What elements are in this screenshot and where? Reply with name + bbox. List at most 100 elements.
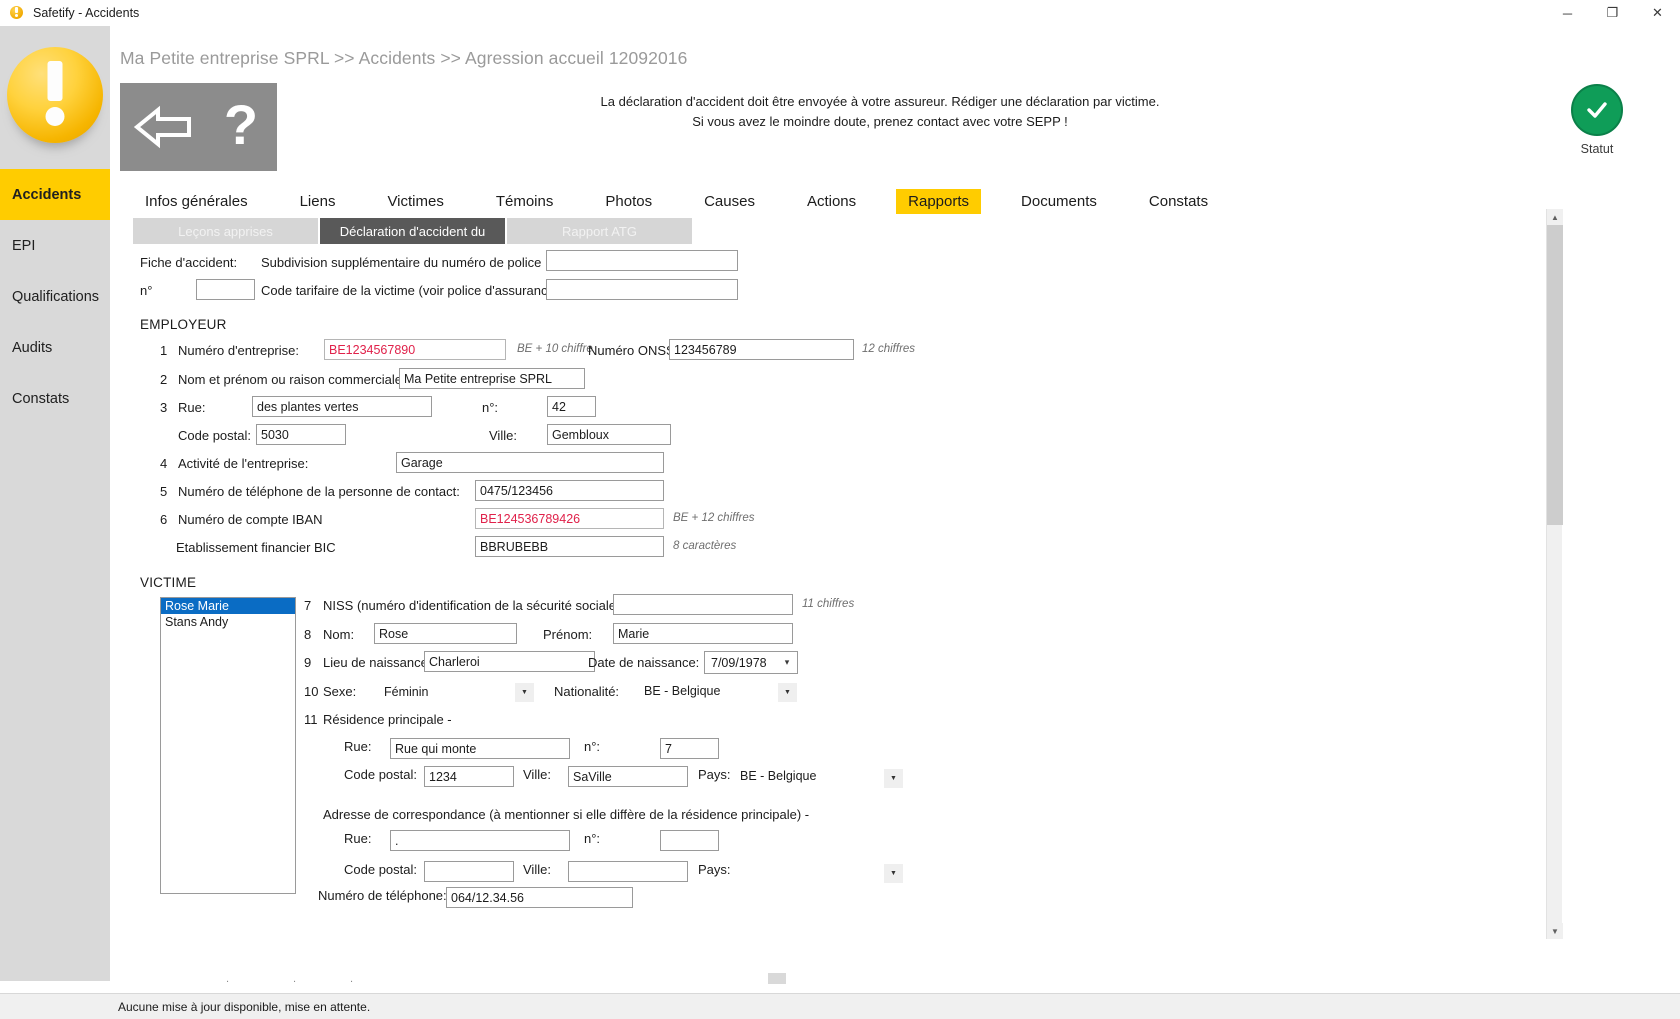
nom-victime-input[interactable] <box>374 623 517 644</box>
chevron-down-icon[interactable]: ▼ <box>515 683 534 702</box>
row-number: 6 <box>160 512 168 527</box>
nationalite-value[interactable] <box>640 680 800 701</box>
residence-pays-dropdown[interactable]: ▼ <box>884 769 903 788</box>
app-drop-icon <box>8 4 26 22</box>
sidebar-item-label: Accidents <box>12 186 82 203</box>
sidebar-item-epi[interactable]: EPI <box>0 220 110 271</box>
list-item[interactable]: Stans Andy <box>161 614 295 630</box>
chevron-down-icon[interactable]: ▾ <box>777 652 797 673</box>
status-check-icon[interactable] <box>1571 84 1623 136</box>
numero-onss-input[interactable] <box>669 339 854 360</box>
numero-rue-employeur-input[interactable] <box>547 396 596 417</box>
sidebar-item-qualifications[interactable]: Qualifications <box>0 271 110 322</box>
row-number: 4 <box>160 456 168 471</box>
niss-input[interactable] <box>613 594 793 615</box>
window-controls: ─ ❐ ✕ <box>1545 0 1680 26</box>
vertical-scrollbar[interactable]: ▲ ▼ <box>1546 209 1563 939</box>
sidebar-item-accidents[interactable]: Accidents <box>0 169 110 220</box>
sexe-dropdown[interactable]: Féminin ▼ <box>384 683 534 702</box>
scroll-down-icon[interactable]: ▼ <box>1547 923 1563 939</box>
status-bar: Aucune mise à jour disponible, mise en a… <box>0 993 1680 1019</box>
nom-raison-commerciale-input[interactable] <box>399 368 585 389</box>
sidebar-item-constats[interactable]: Constats <box>0 373 110 424</box>
navigation-buttons: ? <box>120 83 277 171</box>
residence-numero-input[interactable] <box>660 738 719 759</box>
numero-entreprise-input[interactable] <box>324 339 506 360</box>
iban-input[interactable] <box>475 508 664 529</box>
marker-dot: . <box>293 973 297 985</box>
minimize-button[interactable]: ─ <box>1545 0 1590 26</box>
label-nom-raison-commerciale: Nom et prénom ou raison commerciale: <box>178 372 406 387</box>
subdivision-input[interactable] <box>546 250 738 271</box>
label-nationalite: Nationalité: <box>554 684 620 699</box>
activite-entreprise-input[interactable] <box>396 452 664 473</box>
form-scroll-area: Fiche d'accident: Subdivision supplément… <box>118 209 1546 939</box>
label-rue-employeur: Rue: <box>178 400 206 415</box>
label-code-postal-employeur: Code postal: <box>178 428 251 443</box>
chevron-down-icon[interactable]: ▼ <box>884 769 903 788</box>
status-message: Aucune mise à jour disponible, mise en a… <box>118 999 371 1014</box>
chevron-down-icon[interactable]: ▼ <box>778 683 797 702</box>
window-titlebar: Safetify - Accidents ─ ❐ ✕ <box>0 0 1680 26</box>
chevron-down-icon[interactable]: ▼ <box>884 864 903 883</box>
section-victime-heading: VICTIME <box>140 575 197 590</box>
label-activite-entreprise: Activité de l'entreprise: <box>178 456 309 471</box>
list-item[interactable]: Rose Marie <box>161 598 295 614</box>
label-lieu-naissance: Lieu de naissance: <box>323 655 432 670</box>
sidebar-item-audits[interactable]: Audits <box>0 322 110 373</box>
telephone-contact-input[interactable] <box>475 480 664 501</box>
numero-telephone-victime-input[interactable] <box>446 887 633 908</box>
code-postal-employeur-input[interactable] <box>256 424 346 445</box>
label-code-tarifaire: Code tarifaire de la victime (voir polic… <box>261 283 563 298</box>
scrollbar-thumb[interactable] <box>1547 225 1563 525</box>
label-sexe: Sexe: <box>323 684 357 699</box>
label-correspondance-numero: n°: <box>584 831 601 846</box>
nationalite-dropdown[interactable]: ▼ <box>778 683 797 702</box>
label-correspondance-ville: Ville: <box>523 862 551 877</box>
label-correspondance-code-postal: Code postal: <box>344 862 417 877</box>
lieu-naissance-input[interactable] <box>424 651 595 672</box>
label-correspondance-rue: Rue: <box>344 831 372 846</box>
date-naissance-value: 7/09/1978 <box>711 655 767 670</box>
bottom-small-button[interactable] <box>768 973 786 984</box>
app-logo <box>0 26 110 169</box>
svg-text:?: ? <box>224 98 258 156</box>
residence-ville-input[interactable] <box>568 766 688 787</box>
correspondance-rue-input[interactable] <box>390 830 570 851</box>
correspondance-code-postal-input[interactable] <box>424 861 514 882</box>
intro-line-1: La déclaration d'accident doit être envo… <box>600 94 1160 109</box>
correspondance-ville-input[interactable] <box>568 861 688 882</box>
sidebar-item-label: Audits <box>12 339 53 356</box>
ville-employeur-input[interactable] <box>547 424 671 445</box>
question-mark-icon[interactable]: ? <box>219 98 263 156</box>
breadcrumb[interactable]: Ma Petite entreprise SPRL >> Accidents >… <box>120 48 687 69</box>
correspondance-numero-input[interactable] <box>660 830 719 851</box>
label-residence-principale: Résidence principale - <box>323 712 452 727</box>
residence-rue-input[interactable] <box>390 738 570 759</box>
residence-code-postal-input[interactable] <box>424 766 514 787</box>
rue-employeur-input[interactable] <box>252 396 432 417</box>
bic-input[interactable] <box>475 536 664 557</box>
code-tarifaire-input[interactable] <box>546 279 738 300</box>
intro-text: La déclaration d'accident doit être envo… <box>500 92 1260 132</box>
label-fiche-accident: Fiche d'accident: <box>140 255 238 270</box>
hint-bic: 8 caractères <box>673 540 737 552</box>
close-button[interactable]: ✕ <box>1635 0 1680 26</box>
victims-listbox[interactable]: Rose Marie Stans Andy <box>160 597 296 894</box>
sexe-value: Féminin <box>384 685 429 699</box>
scroll-up-icon[interactable]: ▲ <box>1547 209 1563 225</box>
row-number: 3 <box>160 400 168 415</box>
date-naissance-combobox[interactable]: 7/09/1978 ▾ <box>704 651 798 674</box>
row-number: 1 <box>160 343 168 358</box>
back-arrow-icon[interactable] <box>133 105 192 149</box>
residence-pays-value[interactable] <box>736 765 866 786</box>
label-adresse-correspondance: Adresse de correspondance (à mentionner … <box>323 807 810 822</box>
prenom-victime-input[interactable] <box>613 623 793 644</box>
maximize-button[interactable]: ❐ <box>1590 0 1635 26</box>
status-label: Statut <box>1580 142 1614 156</box>
numero-input[interactable] <box>196 279 255 300</box>
correspondance-pays-dropdown[interactable]: ▼ <box>884 864 903 883</box>
label-residence-ville: Ville: <box>523 767 551 782</box>
sidebar-item-label: EPI <box>12 237 36 254</box>
window-title: Safetify - Accidents <box>33 5 140 20</box>
